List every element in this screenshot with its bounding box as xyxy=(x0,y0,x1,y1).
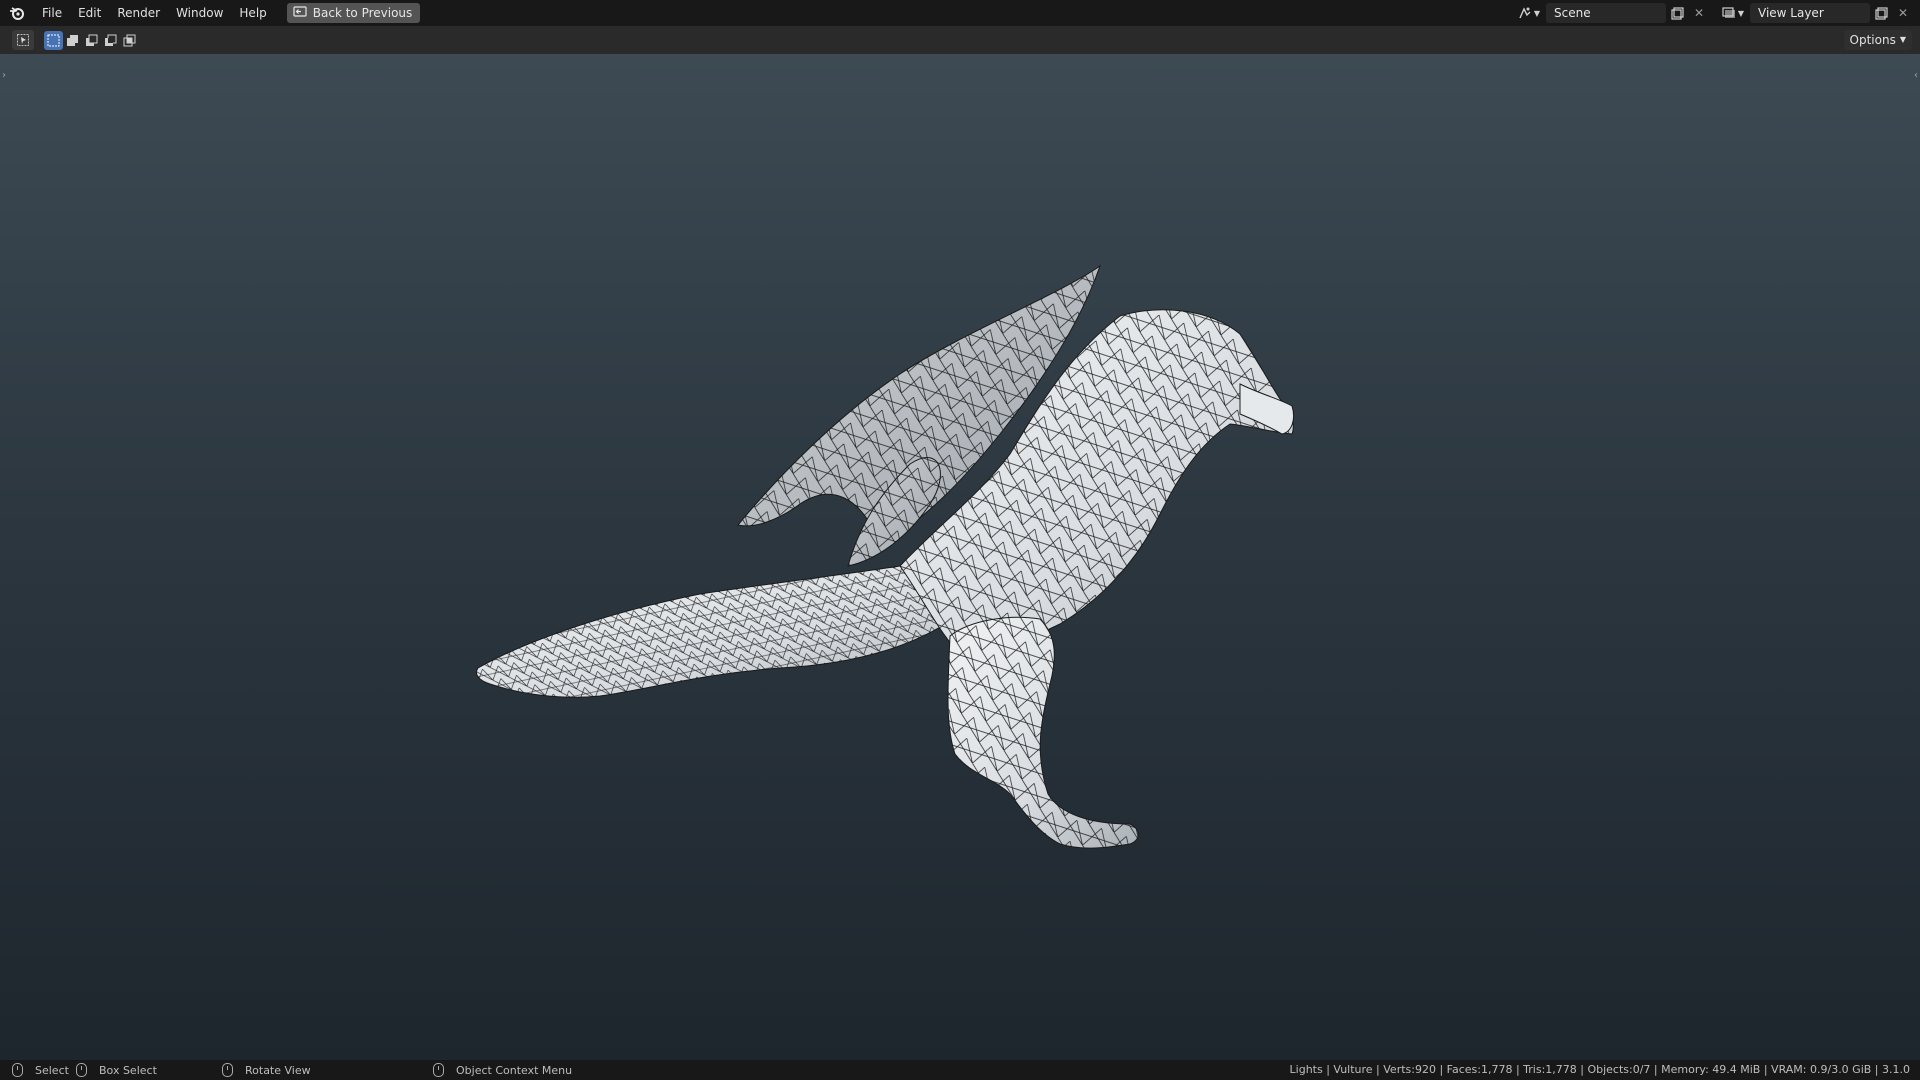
close-icon[interactable]: ✕ xyxy=(1892,3,1914,23)
mouse-icon xyxy=(76,1063,87,1077)
hint-context-menu-label: Object Context Menu xyxy=(456,1063,573,1077)
view-layer-icon[interactable]: ▼ xyxy=(1716,3,1750,23)
mouse-icon xyxy=(12,1063,23,1077)
mouse-icon xyxy=(222,1063,233,1077)
vulture-mesh[interactable] xyxy=(0,54,1920,1060)
hint-rotate-view: Rotate View xyxy=(222,1062,311,1078)
scene-icon[interactable]: ▼ xyxy=(1512,3,1546,23)
scene-selector: ▼ Scene ✕ xyxy=(1512,3,1710,23)
hint-rotate-view-label: Rotate View xyxy=(245,1063,311,1077)
blender-logo-icon[interactable] xyxy=(0,0,34,26)
selection-mode-group xyxy=(44,30,139,50)
menu-edit[interactable]: Edit xyxy=(70,0,109,26)
chevron-down-icon: ▼ xyxy=(1899,35,1906,44)
3d-viewport[interactable]: › ‹ xyxy=(0,54,1920,1060)
hint-context-menu: Object Context Menu xyxy=(433,1062,572,1078)
mode-subtract-icon[interactable] xyxy=(82,31,101,50)
back-to-previous-label: Back to Previous xyxy=(312,6,413,20)
menu-help[interactable]: Help xyxy=(231,0,274,26)
options-dropdown[interactable]: Options ▼ xyxy=(1843,30,1912,50)
close-icon[interactable]: ✕ xyxy=(1688,3,1710,23)
cursor-tool-icon[interactable] xyxy=(12,30,34,50)
mode-new-icon[interactable] xyxy=(44,30,63,50)
top-right-controls: ▼ Scene ✕ ▼ View Layer ✕ xyxy=(1512,0,1920,26)
new-icon[interactable] xyxy=(1870,3,1892,23)
back-icon xyxy=(293,5,307,21)
status-bar: Select Box Select Rotate View Object Con… xyxy=(0,1060,1920,1080)
menu-render[interactable]: Render xyxy=(109,0,168,26)
scene-name-field[interactable]: Scene xyxy=(1546,3,1666,23)
menu-file[interactable]: File xyxy=(34,0,70,26)
hint-box-select-label: Box Select xyxy=(99,1063,157,1077)
mode-difference-icon[interactable] xyxy=(101,31,120,50)
top-bar: File Edit Render Window Help Back to Pre… xyxy=(0,0,1920,26)
hint-select: Select xyxy=(12,1062,69,1078)
mouse-icon xyxy=(433,1063,444,1077)
tool-header: Options ▼ xyxy=(0,26,1920,54)
options-label: Options xyxy=(1849,33,1896,47)
back-to-previous-button[interactable]: Back to Previous xyxy=(286,3,421,23)
hint-box-select: Box Select xyxy=(76,1062,157,1078)
view-layer-selector: ▼ View Layer ✕ xyxy=(1716,3,1914,23)
mode-extend-icon[interactable] xyxy=(63,31,82,50)
scene-statistics: Lights | Vulture | Verts:920 | Faces:1,7… xyxy=(1289,1063,1910,1076)
menu-window[interactable]: Window xyxy=(168,0,231,26)
hint-select-label: Select xyxy=(35,1063,69,1077)
new-icon[interactable] xyxy=(1666,3,1688,23)
view-layer-name-field[interactable]: View Layer xyxy=(1750,3,1870,23)
mode-intersect-icon[interactable] xyxy=(120,31,139,50)
